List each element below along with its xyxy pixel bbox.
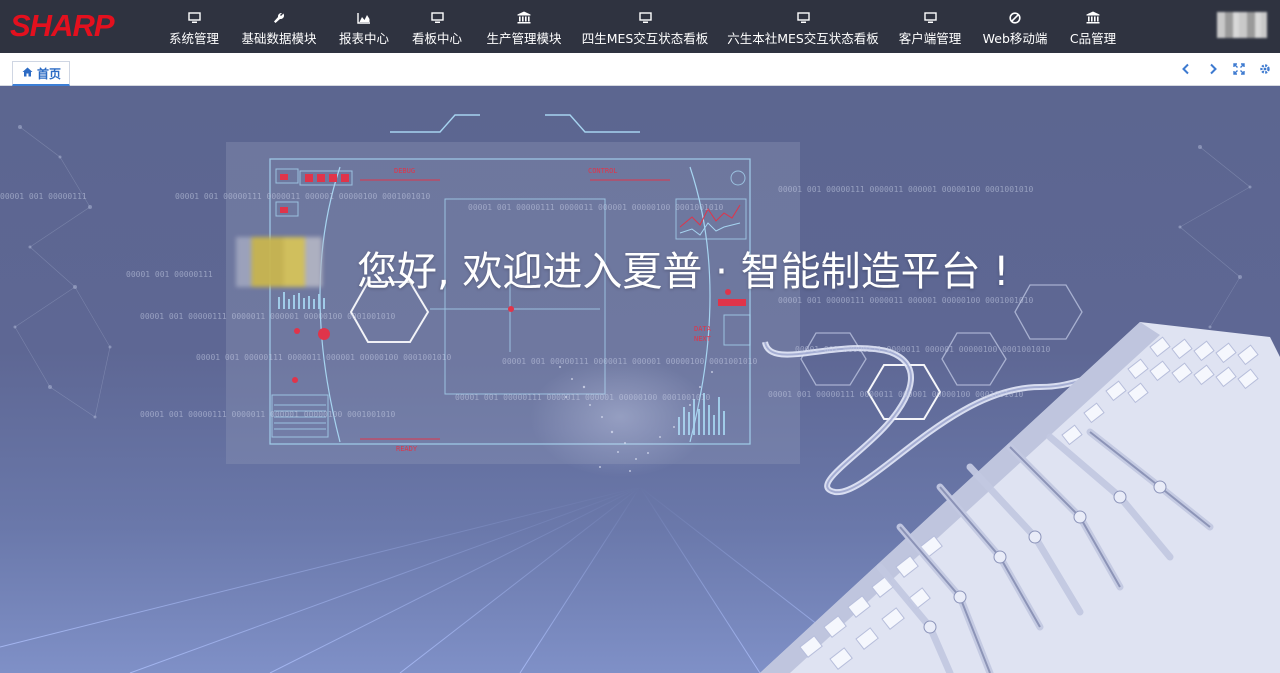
expand-icon[interactable]	[1232, 62, 1246, 76]
nav-item-label: 基础数据模块	[241, 31, 317, 46]
hud-label-ready: READY	[396, 445, 418, 453]
nav-item-label: Web移动端	[982, 31, 1048, 46]
code-strip-short: 00001 001 00000111	[126, 270, 213, 279]
top-navigation-bar: SHARP 系统管理 基础数据模块 报表中心 看板中心 生产管理模块 四生MES…	[0, 0, 1280, 53]
home-dashboard: DEBUG CONTROL READY DATA NEXT 00001 001 …	[0, 87, 1280, 673]
background-illustration: DEBUG CONTROL READY DATA NEXT 00001 001 …	[0, 114, 1280, 673]
tab-bar: 首页	[0, 53, 1280, 86]
nav-item-basic-data[interactable]: 基础数据模块	[241, 0, 317, 53]
code-strip: 00001 001 00000111 0000011 000001 000001…	[768, 390, 1023, 399]
area-chart-icon	[357, 11, 371, 24]
nav-item-system-management[interactable]: 系统管理	[168, 0, 220, 53]
nav-item-label: C品管理	[1069, 31, 1117, 46]
nav-item-c-product-management[interactable]: C品管理	[1070, 0, 1116, 53]
code-strip: 00001 001 00000111 0000011 000001 000001…	[778, 185, 1033, 194]
bank-icon	[517, 11, 531, 24]
keyboard-illustration	[760, 322, 1280, 673]
nav-item-production-management[interactable]: 生产管理模块	[486, 0, 562, 53]
code-strip: 00001 001 00000111 0000011 000001 000001…	[140, 410, 395, 419]
nav-item-4-mes-board[interactable]: 四生MES交互状态看板	[581, 0, 709, 53]
code-strip: 00001 001 00000111 0000011 000001 000001…	[455, 393, 710, 402]
nav-item-client-management[interactable]: 客户端管理	[899, 0, 961, 53]
hud-label-debug: DEBUG	[394, 167, 415, 175]
code-strip: 00001 001 00000111 0000011 000001 000001…	[196, 353, 451, 362]
code-strip: 00001 001 00000111 0000011 000001 000001…	[175, 192, 430, 201]
monitor-icon	[638, 11, 652, 24]
hud-label-data: DATA	[694, 325, 712, 333]
code-strip: 00001 001 00000111 0000011 000001 000001…	[778, 296, 1033, 305]
nav-item-board-center[interactable]: 看板中心	[412, 0, 462, 53]
home-icon	[22, 66, 33, 80]
chevron-right-icon[interactable]	[1206, 62, 1220, 76]
wrench-icon	[273, 11, 285, 24]
code-strip: 00001 001 00000111 0000011 000001 000001…	[468, 203, 723, 212]
hud-label-control: CONTROL	[588, 167, 618, 175]
monitor-icon	[796, 11, 810, 24]
nav-item-report-center[interactable]: 报表中心	[339, 0, 389, 53]
nav-item-label: 四生MES交互状态看板	[581, 31, 709, 46]
chevron-left-icon[interactable]	[1179, 62, 1193, 76]
blurred-brand-image	[236, 237, 322, 287]
gear-icon[interactable]	[1258, 62, 1272, 76]
nav-item-label: 客户端管理	[898, 31, 962, 46]
nav-item-6-mes-board[interactable]: 六生本社MES交互状态看板	[727, 0, 879, 53]
bank-icon	[1086, 11, 1100, 24]
ban-icon	[1009, 11, 1021, 24]
nav-item-label: 六生本社MES交互状态看板	[727, 31, 879, 46]
nav-item-label: 生产管理模块	[486, 31, 562, 46]
code-strip: 00001 001 00000111 0000011 000001 000001…	[502, 357, 757, 366]
nav-item-web-mobile[interactable]: Web移动端	[982, 0, 1048, 53]
nav-item-label: 看板中心	[412, 31, 463, 46]
code-strip-short: 00001 001 00000111	[0, 192, 87, 201]
hud-label-next: NEXT	[694, 335, 712, 343]
user-avatar[interactable]	[1217, 12, 1267, 38]
monitor-icon	[923, 11, 937, 24]
welcome-heading: 您好, 欢迎进入夏普 · 智能制造平台 !	[357, 249, 1010, 295]
sharp-logo[interactable]: SHARP	[10, 8, 115, 44]
monitor-icon	[187, 11, 201, 24]
nav-item-label: 系统管理	[168, 31, 219, 46]
nav-item-label: 报表中心	[339, 31, 390, 46]
monitor-icon	[430, 11, 444, 24]
tab-home[interactable]: 首页	[12, 61, 71, 86]
code-strip: 00001 001 00000111 0000011 000001 000001…	[795, 345, 1050, 354]
code-strip: 00001 001 00000111 0000011 000001 000001…	[140, 312, 395, 321]
tab-home-label: 首页	[37, 66, 62, 81]
